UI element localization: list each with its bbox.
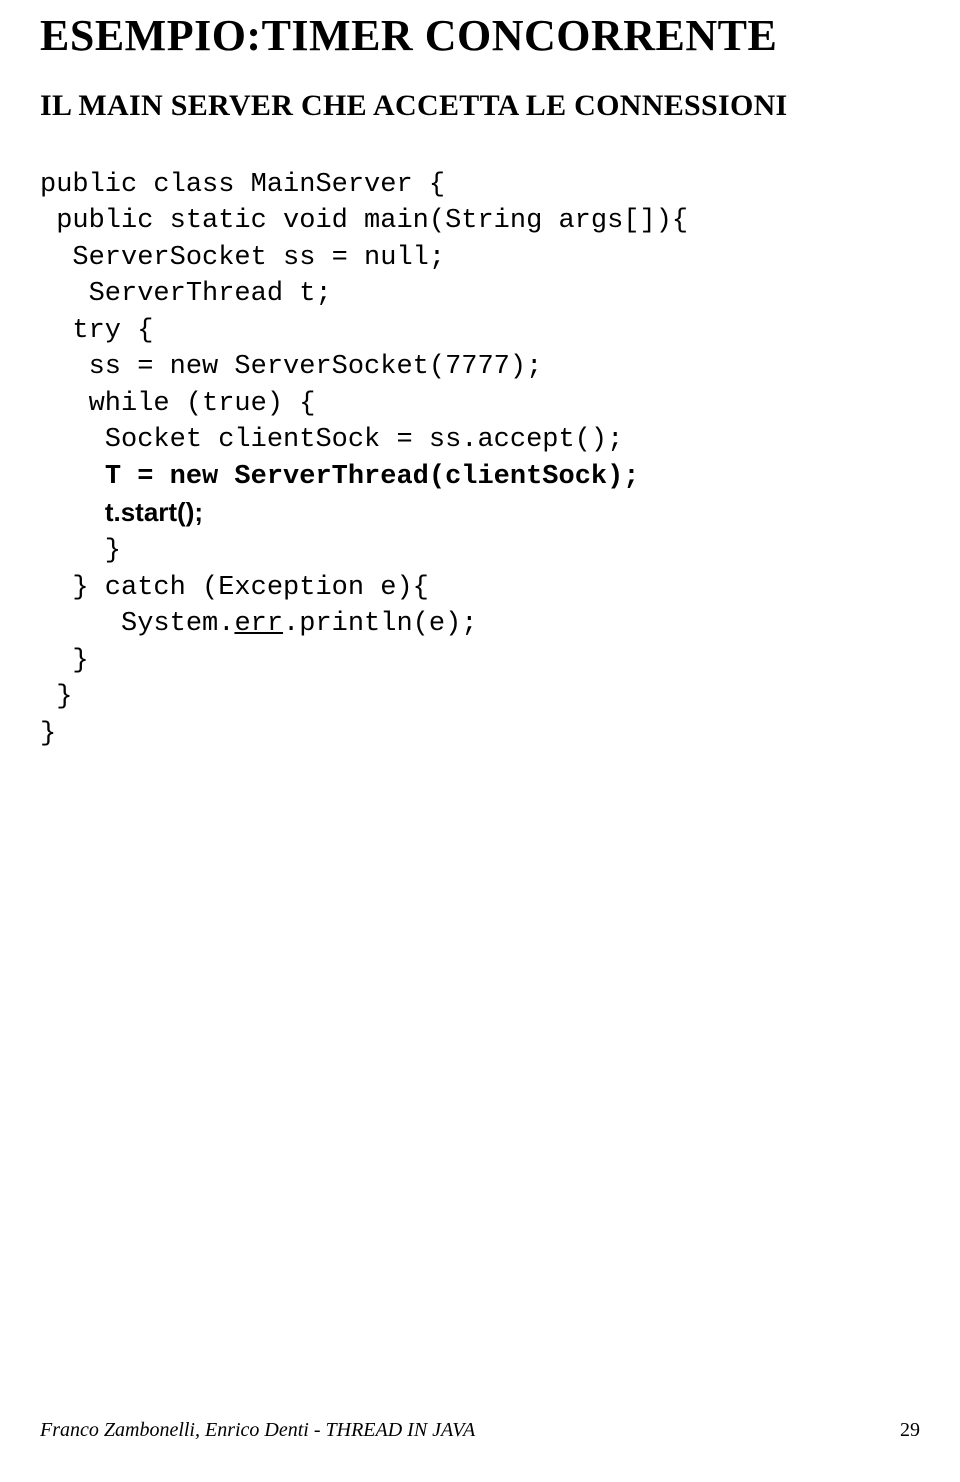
code-line: .println(e); (283, 609, 477, 639)
footer-text: Franco Zambonelli, Enrico Denti - THREAD… (40, 1419, 475, 1442)
page-number: 29 (900, 1419, 920, 1442)
code-line: public class MainServer { (40, 170, 445, 200)
code-line: Socket clientSock = ss.accept(); (40, 425, 623, 455)
code-line: System. (40, 609, 234, 639)
code-bold-sans: t.start(); (105, 497, 203, 527)
code-line (40, 462, 105, 492)
code-line (40, 500, 105, 530)
code-line: while (true) { (40, 389, 315, 419)
page-footer: Franco Zambonelli, Enrico Denti - THREAD… (40, 1419, 920, 1442)
section-subheading: IL MAIN SERVER CHE ACCETTA LE CONNESSION… (40, 89, 920, 123)
code-bold: T = new ServerThread(clientSock); (105, 462, 640, 492)
code-underline: err (234, 609, 283, 639)
code-line: try { (40, 316, 153, 346)
page-title: ESEMPIO:TIMER CONCORRENTE (40, 10, 920, 61)
code-line: } (40, 536, 121, 566)
code-block: public class MainServer { public static … (40, 167, 920, 752)
code-line: ServerSocket ss = null; (40, 243, 445, 273)
code-line: public static void main(String args[]){ (40, 206, 688, 236)
code-line: } (40, 646, 89, 676)
code-line: } catch (Exception e){ (40, 573, 429, 603)
code-line: ss = new ServerSocket(7777); (40, 352, 542, 382)
code-line: } (40, 719, 56, 749)
code-line: ServerThread t; (40, 279, 332, 309)
code-line: } (40, 682, 72, 712)
